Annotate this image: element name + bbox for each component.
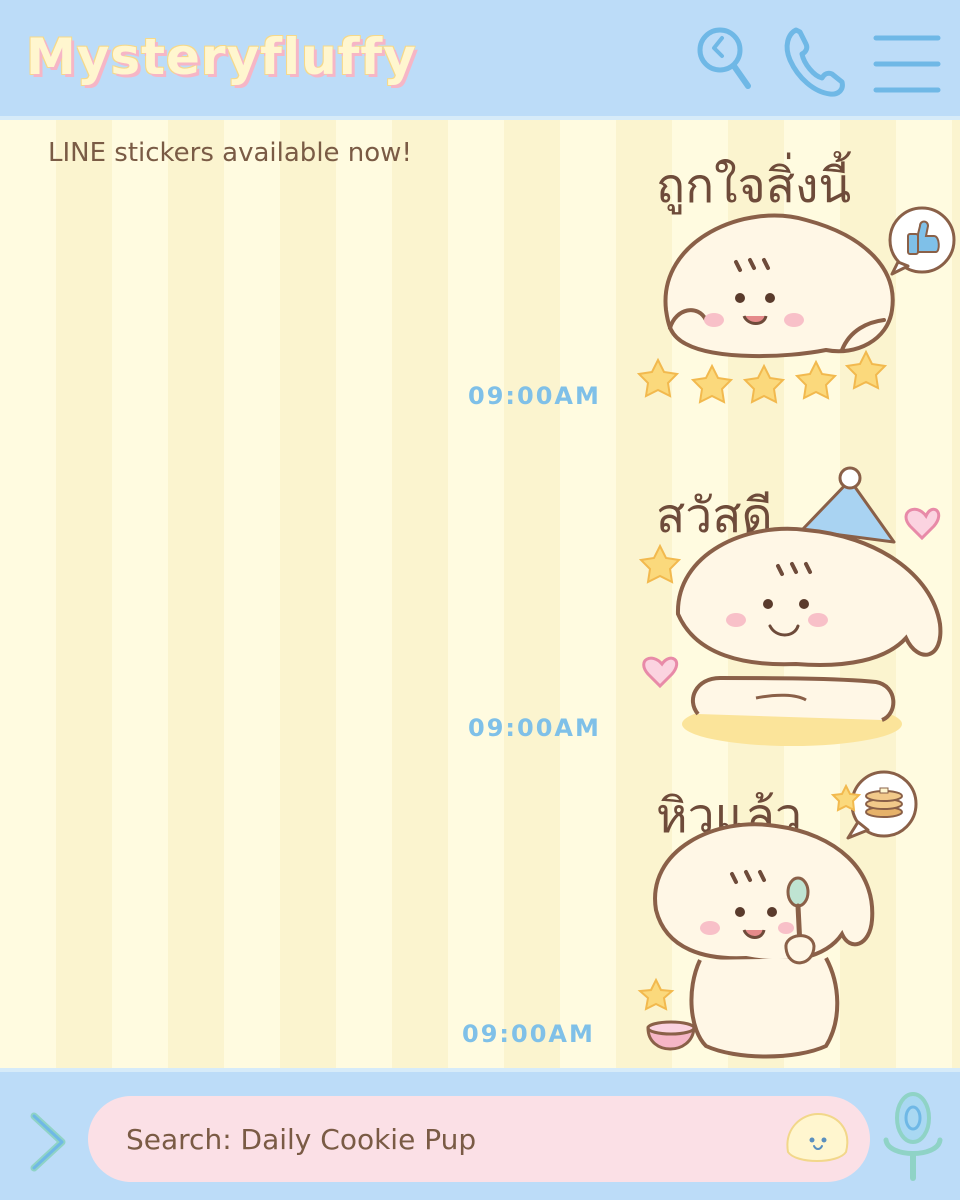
brand-title: Mysteryfluffy: [26, 28, 417, 86]
search-input-text: Search: Daily Cookie Pup: [126, 1123, 477, 1156]
hungry-sticker[interactable]: [636, 770, 960, 1060]
hello-sticker[interactable]: [636, 464, 960, 754]
like-sticker[interactable]: [636, 200, 960, 410]
app-header: Mysteryfluffy: [0, 0, 960, 120]
search-input[interactable]: Search: Daily Cookie Pup: [88, 1096, 870, 1182]
chevron-right-icon[interactable]: [26, 1110, 70, 1174]
message-time: 09:00AM: [468, 714, 601, 742]
message-time: 09:00AM: [468, 382, 601, 410]
notice-text: LINE stickers available now!: [48, 138, 412, 168]
pup-face-icon: [786, 1112, 849, 1162]
search-icon[interactable]: [692, 24, 756, 94]
message-time: 09:00AM: [462, 1020, 595, 1048]
menu-icon[interactable]: [870, 24, 944, 98]
microphone-icon[interactable]: [880, 1088, 946, 1184]
phone-icon[interactable]: [782, 24, 848, 100]
